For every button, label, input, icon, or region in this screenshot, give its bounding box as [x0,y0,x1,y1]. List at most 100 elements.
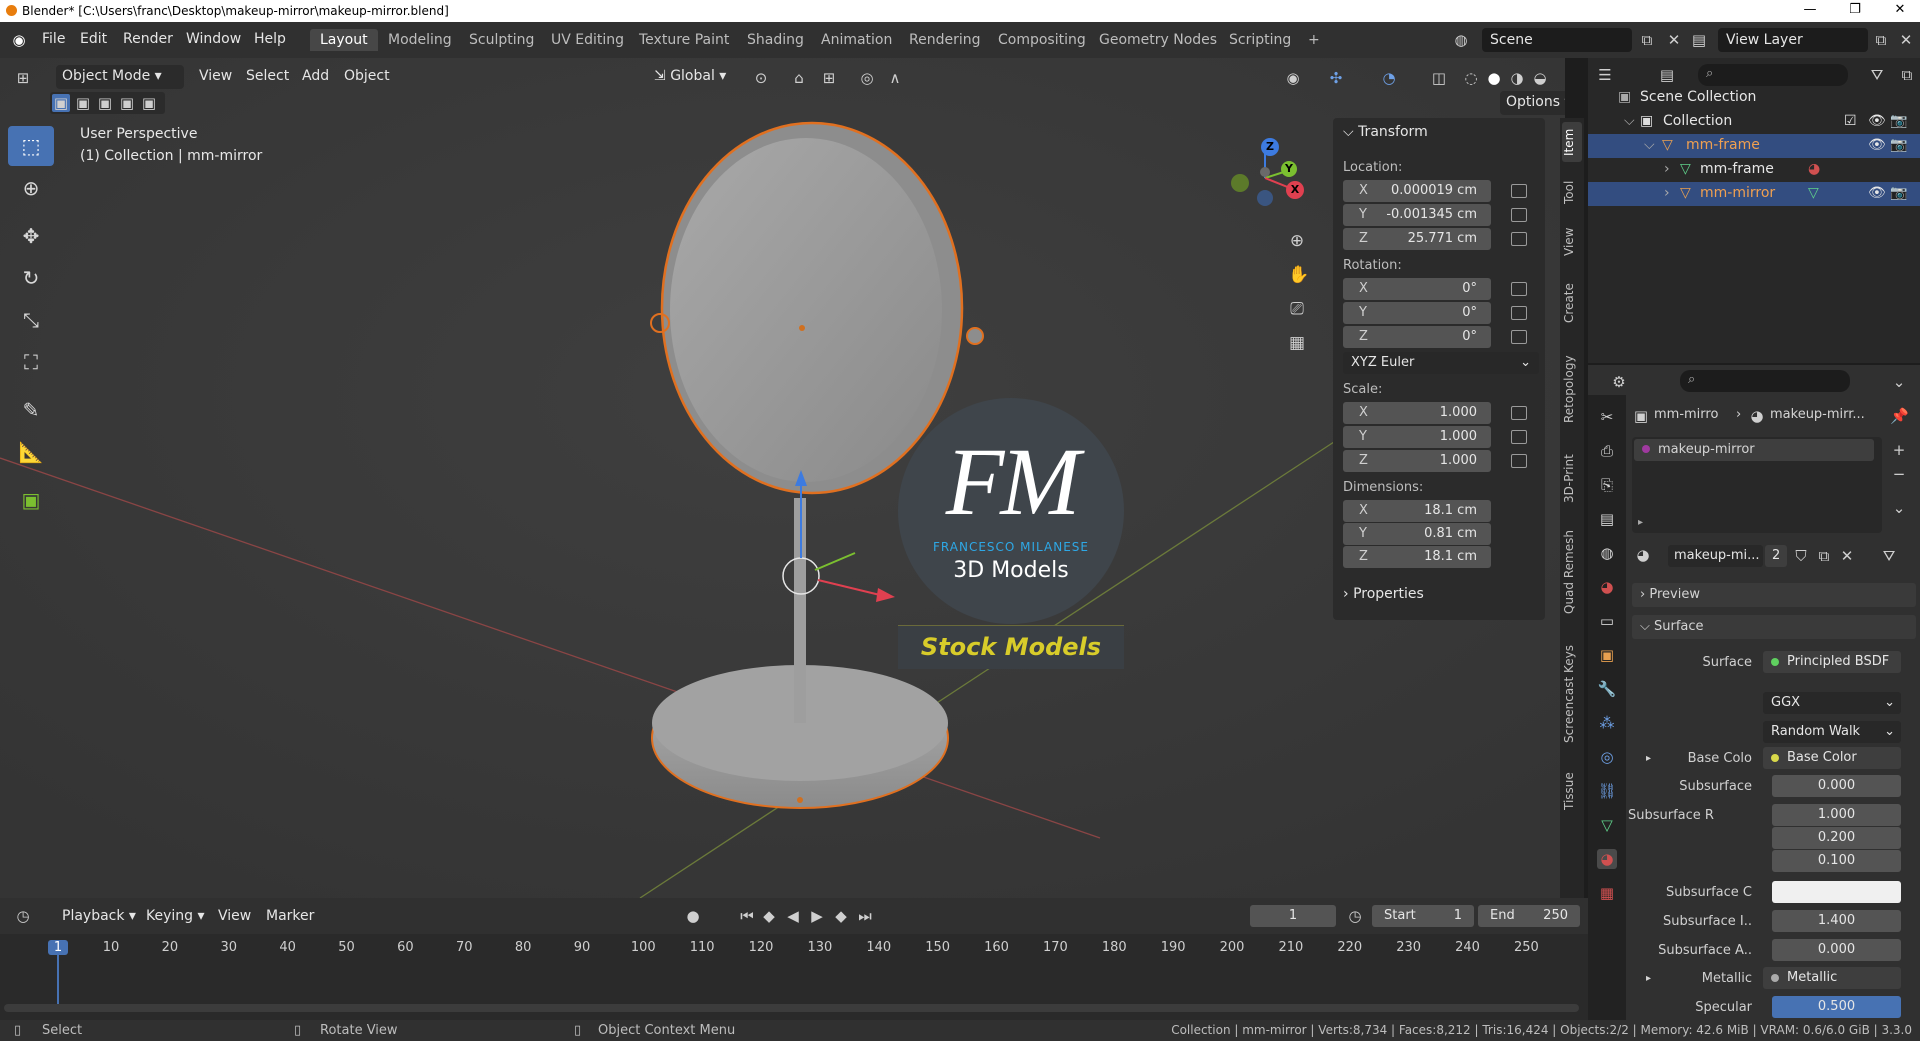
subsurface-radius-z-input[interactable]: 0.100 [1772,850,1901,872]
location-x-field[interactable]: X 0.000019 cm [1343,180,1491,202]
annotate-tool-icon[interactable]: ✎ [8,390,54,430]
duplicate-material-icon[interactable]: ⧉ [1815,547,1833,565]
tab-layout[interactable]: Layout [310,29,378,51]
browse-material-icon[interactable]: ◕ [1634,546,1652,564]
subsurface-ior-input[interactable]: 1.400 [1772,910,1901,932]
close-window-button[interactable]: ✕ [1885,2,1915,17]
menu-render[interactable]: Render [123,31,173,47]
scale-z-field[interactable]: Z 1.000 [1343,450,1491,472]
minimize-button[interactable]: — [1795,2,1825,17]
editor-type-icon[interactable]: ⊞ [14,69,32,87]
unlink-material-icon[interactable]: ✕ [1838,547,1856,565]
gizmo-toggle-icon[interactable]: ✣ [1327,69,1345,87]
proportional-edit-icon[interactable]: ◎ [858,69,876,87]
outliner-type-icon[interactable]: ☰ [1596,66,1614,84]
outliner-row-mm-frame[interactable]: ⌵ ▽ mm-frame 👁 📷 [1588,134,1920,158]
location-y-field[interactable]: Y -0.001345 cm [1343,204,1491,226]
timeline-menu-playback[interactable]: Playback ▾ [56,905,142,929]
dimensions-x-field[interactable]: X 18.1 cm [1343,500,1491,522]
data-tab-icon[interactable]: ▽ [1597,815,1617,835]
tab-modeling[interactable]: Modeling [378,29,462,51]
timeline-menu-keying[interactable]: Keying ▾ [140,905,211,929]
tab-scripting[interactable]: Scripting [1219,29,1301,51]
material-name-field[interactable]: makeup-mi... [1668,545,1763,567]
tab-geometry-nodes[interactable]: Geometry Nodes [1089,29,1227,51]
pin-icon[interactable]: 📌 [1890,407,1909,425]
subsurface-anisotropy-input[interactable]: 0.000 [1772,939,1901,961]
sidebar-tab-item[interactable]: Item [1562,122,1582,162]
add-slot-icon[interactable]: + [1890,441,1908,459]
gizmo-y-axis[interactable]: Y [1281,161,1297,177]
move-tool-icon[interactable]: ✥ [8,216,54,256]
select-subtract-icon[interactable]: ▣ [96,94,114,112]
modifier-tab-icon[interactable]: 🔧 [1597,679,1617,699]
shading-solid-icon[interactable]: ● [1485,69,1503,87]
constraints-tab-icon[interactable]: ⛓ [1597,781,1617,801]
transform-tool-icon[interactable]: ⛶ [8,342,54,382]
ortho-toggle-icon[interactable]: ▦ [1288,334,1306,352]
visibility-eye-icon[interactable]: 👁 [1868,137,1886,153]
rotation-x-field[interactable]: X 0° [1343,278,1491,300]
rotate-tool-icon[interactable]: ↻ [8,258,54,298]
outliner-filter-icon[interactable]: ⛛ [1868,66,1886,84]
play-icon[interactable]: ▶ [808,907,826,925]
output-tab-icon[interactable]: ⎘ [1597,475,1617,495]
properties-subpanel-header[interactable]: › Properties [1343,586,1424,602]
camera-view-icon[interactable]: ⎚ [1288,300,1306,318]
new-view-layer-icon[interactable]: ⧉ [1872,31,1890,49]
gizmo-z-axis[interactable]: Z [1261,138,1279,156]
select-extend-icon[interactable]: ▣ [74,94,92,112]
rotation-mode-dropdown[interactable]: XYZ Euler ⌄ [1343,352,1539,374]
texture-tab-icon[interactable]: ▦ [1597,883,1617,903]
snap-icon[interactable]: ⌂ [790,69,808,87]
xray-icon[interactable]: ◫ [1430,69,1448,87]
zoom-icon[interactable]: ⊕ [1288,232,1306,250]
visibility-eye-icon[interactable]: 👁 [1868,185,1886,201]
transform-header[interactable]: ⌵ Transform [1343,124,1428,140]
scale-y-field[interactable]: Y 1.000 [1343,426,1491,448]
outliner-search-input[interactable]: ⌕ [1698,64,1848,86]
viewport-options-button[interactable]: Options ▾ [1500,91,1565,115]
outliner-display-mode-icon[interactable]: ▤ [1658,66,1676,84]
metallic-input[interactable]: Metallic [1763,967,1901,989]
pan-hand-icon[interactable]: ✋ [1288,266,1309,284]
visibility-eye-icon[interactable]: 👁 [1868,113,1886,129]
lock-rotation-y-icon[interactable] [1511,306,1527,320]
material-slot-item[interactable]: makeup-mirror [1634,439,1874,461]
timeline-menu-marker[interactable]: Marker [260,905,320,929]
current-frame-field[interactable]: 1 [1250,905,1336,927]
distribution-dropdown[interactable]: GGX ⌄ [1763,692,1901,714]
expand-chevron-icon[interactable]: ⌵ [1624,113,1635,129]
sidebar-tab-view[interactable]: View [1562,222,1582,262]
transform-orientation-dropdown[interactable]: ⇲ Global ▾ [648,65,738,89]
menu-edit[interactable]: Edit [80,31,107,47]
surface-shader-field[interactable]: Principled BSDF [1763,651,1901,673]
sidebar-tab-create[interactable]: Create [1562,278,1582,328]
tab-rendering[interactable]: Rendering [899,29,991,51]
lock-scale-y-icon[interactable] [1511,430,1527,444]
surface-panel-header[interactable]: ⌵ Surface [1632,615,1916,639]
subsurface-color-swatch[interactable] [1772,881,1901,903]
tool-tab-icon[interactable]: ✂ [1597,407,1617,427]
pivot-icon[interactable]: ⊙ [752,69,770,87]
slot-specials-icon[interactable]: ⌄ [1890,499,1908,517]
material-tab-icon[interactable]: ◕ [1597,849,1617,869]
world-tab-icon[interactable]: ◕ [1597,577,1617,597]
rotation-y-field[interactable]: Y 0° [1343,302,1491,324]
lock-rotation-z-icon[interactable] [1511,330,1527,344]
exclude-checkbox[interactable]: ☑ [1844,113,1857,129]
lock-rotation-x-icon[interactable] [1511,282,1527,296]
start-frame-field[interactable]: Start 1 [1372,905,1474,927]
subsurface-input[interactable]: 0.000 [1772,775,1901,797]
subsurface-radius-x-input[interactable]: 1.000 [1772,804,1901,826]
timeline-editor-icon[interactable]: ◷ [14,907,32,925]
blender-menu-icon[interactable]: ◉ [10,31,28,49]
timeline-scrollbar[interactable] [4,1004,1579,1012]
dimensions-y-field[interactable]: Y 0.81 cm [1343,523,1491,545]
lock-scale-z-icon[interactable] [1511,454,1527,468]
selection-mode-buttons[interactable]: ▣ ▣ ▣ ▣ ▣ [50,92,165,114]
preview-range-icon[interactable]: ◷ [1346,907,1364,925]
new-scene-icon[interactable]: ⧉ [1638,31,1656,49]
add-workspace-button[interactable]: + [1298,29,1330,51]
base-color-input[interactable]: Base Color [1763,747,1901,769]
